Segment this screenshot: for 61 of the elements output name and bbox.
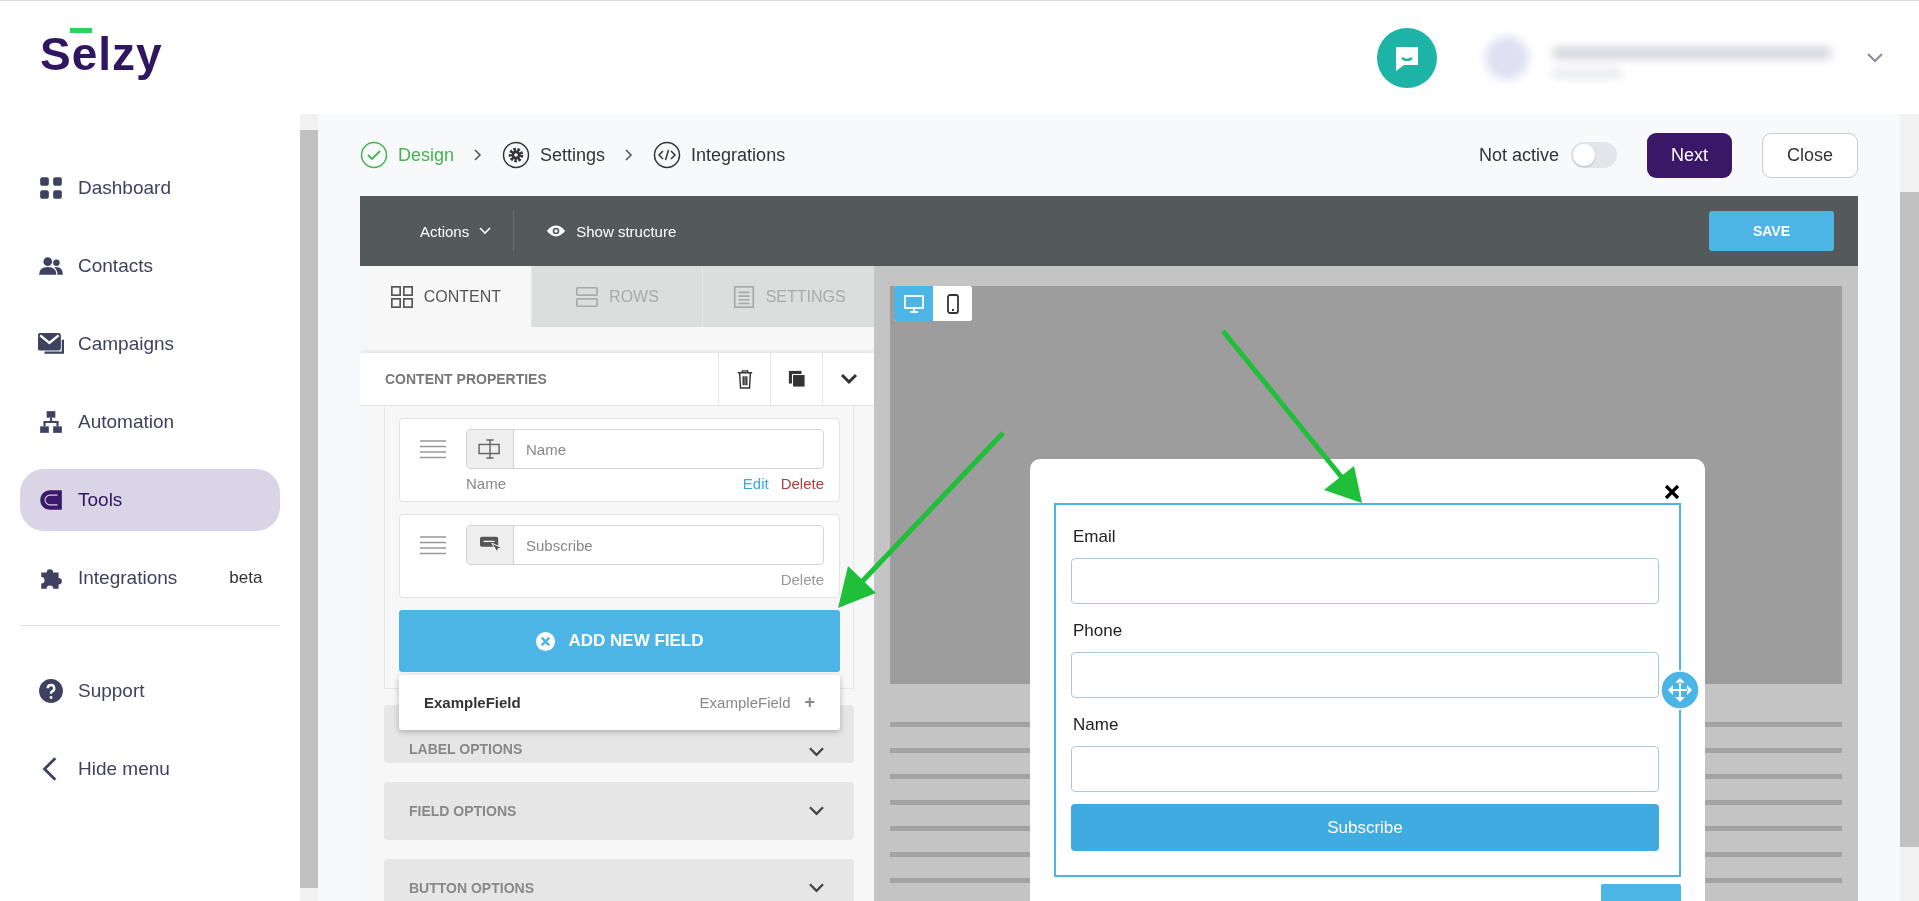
actions-menu[interactable]: Actions [410,216,502,246]
delete-link[interactable]: Delete [780,475,824,492]
field-label: Name [1073,715,1120,735]
chevron-down-icon [479,227,492,235]
input-field[interactable] [1071,558,1659,604]
step[interactable]: Integrations [653,141,786,169]
dashboard-icon [38,175,64,201]
field-label: Phone [1073,621,1124,641]
hierarchy-icon [38,409,64,435]
menu-item[interactable]: ExampleField ExampleField + [399,675,840,730]
active-toggle[interactable] [1570,142,1617,168]
document-icon [731,284,756,309]
copy-icon[interactable] [770,353,822,405]
rows-icon [575,284,600,309]
chevron-down-icon[interactable] [1867,52,1883,63]
sidebar-item[interactable]: Integrations beta [20,547,280,609]
move-handle-icon[interactable] [1660,670,1700,710]
settings-icon [502,141,531,169]
help-icon [38,678,64,704]
close-button[interactable]: Close [1761,132,1858,178]
sidebar-item[interactable]: Campaigns [20,313,280,375]
sidebar-item[interactable]: Dashboard [20,157,280,219]
grid-icon [389,284,414,309]
close-icon[interactable] [1664,484,1680,500]
status-label: Not active [1478,144,1559,166]
tools-icon [38,487,64,513]
step[interactable]: Settings [502,141,606,169]
chat-icon[interactable] [1377,27,1437,88]
field-caption: Name [466,475,506,492]
delete-icon[interactable] [718,353,770,405]
scrollbar[interactable] [300,114,318,901]
sidebar-item[interactable]: Tools [20,469,280,531]
eye-icon [546,224,567,238]
drag-handle-icon[interactable] [420,439,446,459]
drag-handle-icon[interactable] [420,535,446,555]
input-field[interactable]: Subscribe [466,525,824,565]
chevron-down-icon [809,747,824,757]
field-label: Email [1073,527,1117,547]
scrollbar[interactable] [1900,114,1919,901]
logo[interactable]: Selzy [40,26,163,81]
next-button[interactable]: Next [1646,132,1732,178]
sidebar-item[interactable]: Automation [20,391,280,453]
code-icon [653,141,682,169]
close-circle-icon [535,630,557,652]
input-field[interactable] [1071,746,1659,792]
input-field[interactable] [1071,652,1659,698]
chevron-right-icon [474,149,483,161]
beta-label: beta [229,568,263,588]
hide-menu-link[interactable]: Hide menu [20,738,280,800]
chevron-down-icon [809,806,824,816]
sidebar-item[interactable]: Support [20,660,280,722]
text-field-icon [478,439,502,459]
button-cursor-icon [478,535,502,555]
envelope-icon [38,331,64,357]
sidebar-item[interactable]: Contacts [20,235,280,297]
section-title: CONTENT PROPERTIES [384,371,548,387]
chevron-right-icon [625,149,634,161]
show-structure-button[interactable]: Show structure [536,216,687,246]
check-icon [360,141,388,169]
chevron-down-icon [809,883,824,893]
input-field[interactable]: Name [466,429,824,469]
